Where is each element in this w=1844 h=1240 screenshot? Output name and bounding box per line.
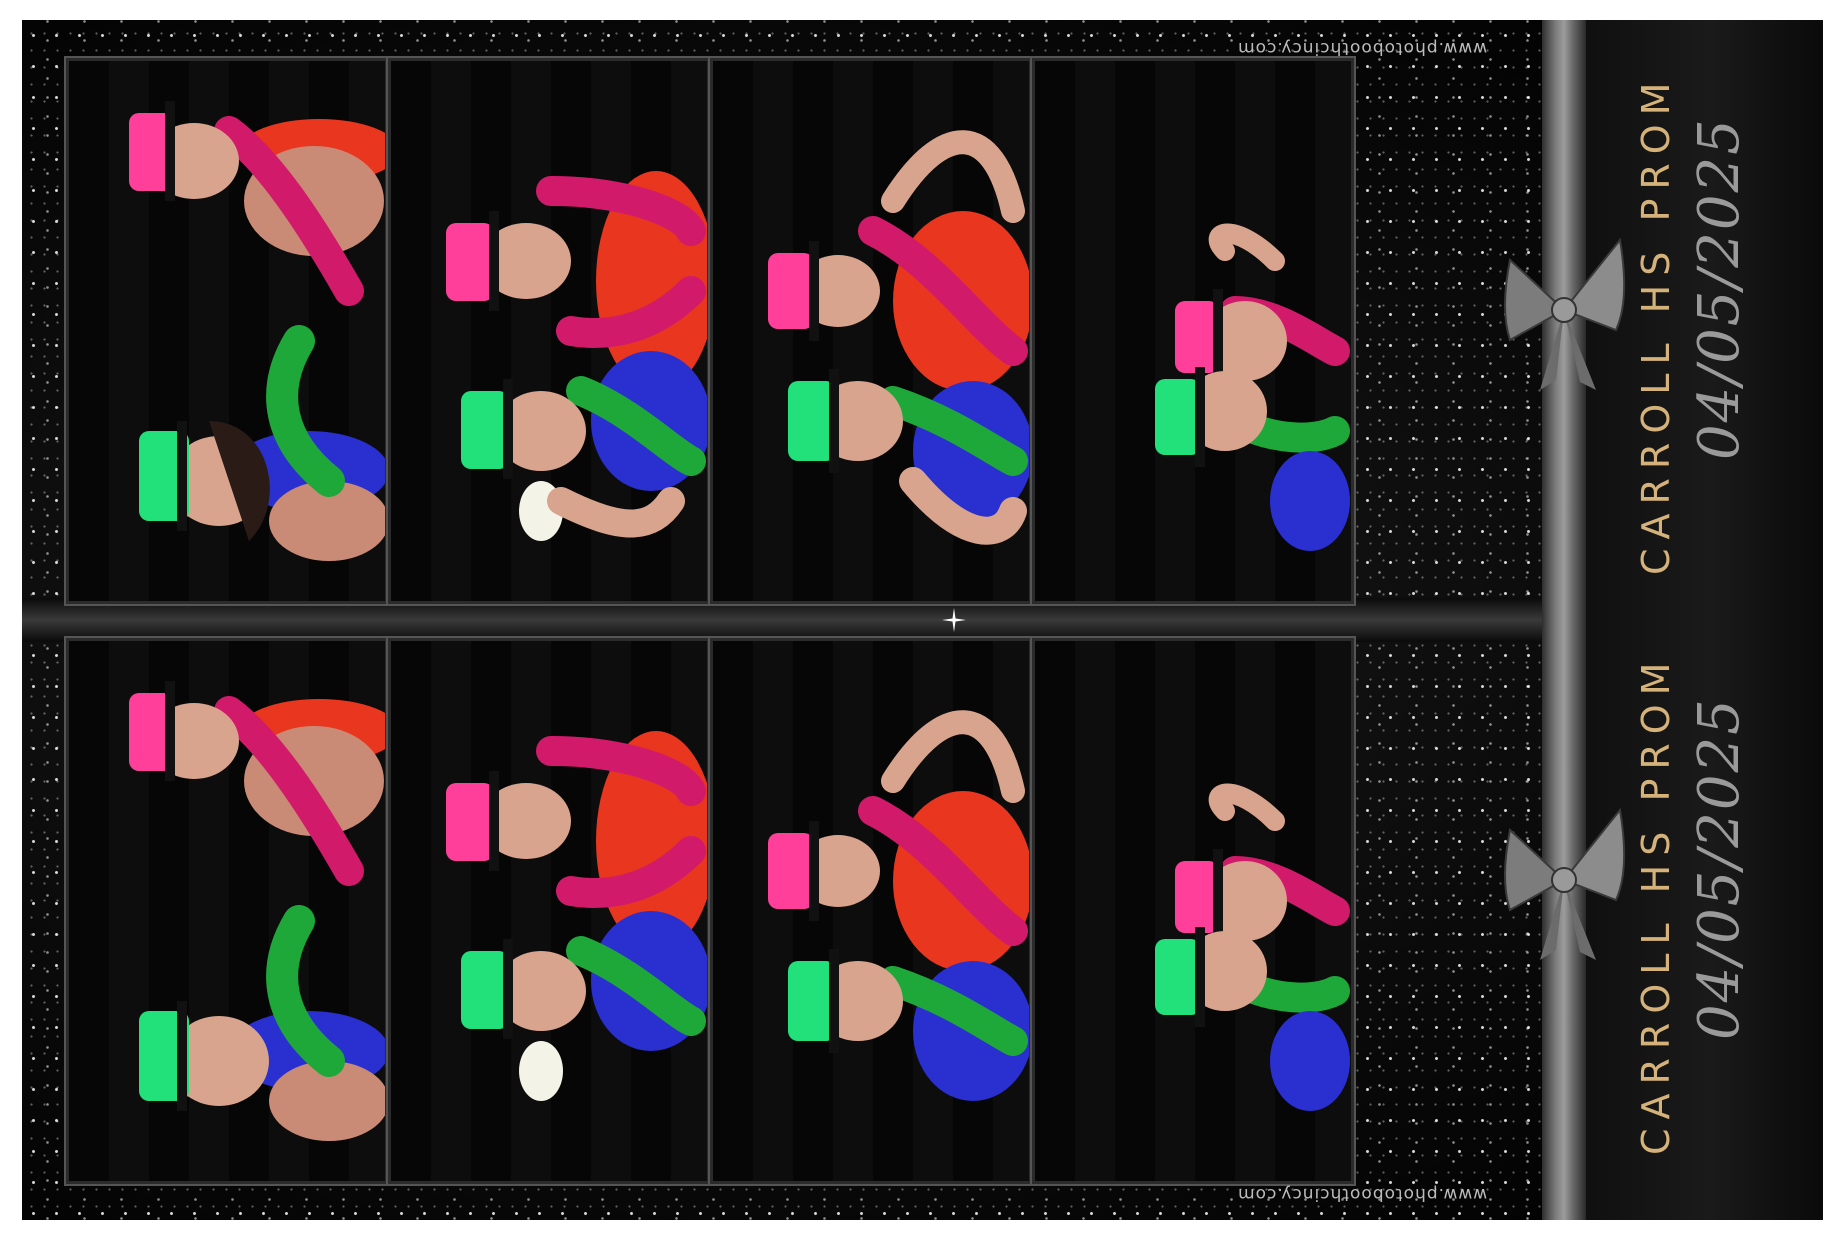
event-date: 04/05/2025 [1687, 117, 1752, 460]
ribbon-bow-icon [1504, 237, 1626, 390]
ribbon [1542, 20, 1586, 1220]
website-url: www.photoboothcincy.com [1237, 38, 1488, 58]
two-girls-posing [129, 681, 385, 1141]
two-girls-posing [446, 731, 707, 1101]
two-girls-posing [768, 130, 1029, 545]
center-divider-band [22, 598, 1542, 642]
two-girls-posing [446, 171, 707, 541]
strip-1-photo-1 [64, 56, 390, 606]
strip-2-photo-3 [708, 636, 1034, 1186]
ribbon-bow-icon [1504, 807, 1626, 960]
event-date: 04/05/2025 [1687, 697, 1752, 1040]
event-title: CARROLL HS PROM [1634, 73, 1678, 575]
sparkle-star-icon [942, 608, 966, 632]
two-girls-posing [129, 101, 385, 561]
strip-1-photo-3 [708, 56, 1034, 606]
strip-2-photo-2 [386, 636, 712, 1186]
two-girls-posing [768, 710, 1029, 1101]
website-url: www.photoboothcincy.com [1237, 1184, 1488, 1204]
strip-1-photo-2 [386, 56, 712, 606]
strip-2-photo-4 [1030, 636, 1356, 1186]
strip-1-photo-4 [1030, 56, 1356, 606]
two-girls-posing [1155, 783, 1350, 1111]
event-title: CARROLL HS PROM [1634, 653, 1678, 1155]
strip-2-photo-1 [64, 636, 390, 1186]
photo-strip-sheet: CARROLL HS PROM 04/05/2025 www.photoboot… [22, 20, 1823, 1220]
two-girls-posing [1155, 223, 1350, 551]
